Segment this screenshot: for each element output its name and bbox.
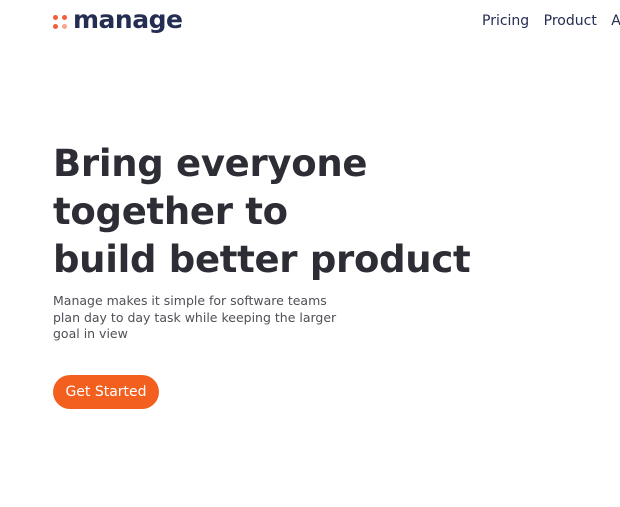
hero-description: Manage makes it simple for software team…: [53, 293, 337, 341]
nav-item-pricing[interactable]: Pricing: [482, 12, 529, 30]
brand-logo[interactable]: manage: [53, 5, 183, 34]
headline-line-2: together to: [53, 190, 288, 233]
nav-item-product[interactable]: Product: [544, 12, 597, 30]
logo-wordmark: manage: [73, 5, 183, 34]
nav-item-about[interactable]: Ab: [611, 12, 620, 30]
site-header: manage Pricing Product Ab: [0, 0, 620, 44]
logo-dots-icon: [53, 14, 67, 29]
get-started-button[interactable]: Get Started: [53, 375, 159, 409]
headline-line-1: Bring everyone: [53, 142, 368, 185]
headline-line-3: build better product: [53, 238, 471, 281]
main-nav: Pricing Product Ab: [482, 12, 620, 30]
hero-headline: Bring everyone together to build better …: [53, 140, 471, 284]
